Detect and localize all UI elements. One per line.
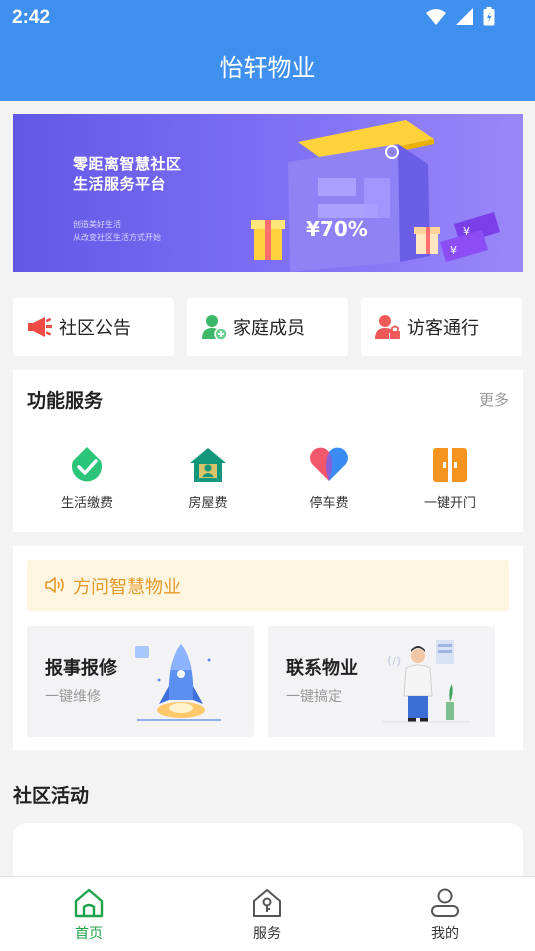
- nav-label: 我的: [431, 926, 459, 942]
- card-subtitle: 一键维修: [45, 689, 101, 705]
- speaker-icon: [45, 577, 64, 593]
- staff-icon: {/}: [382, 640, 470, 723]
- service-parking-fee[interactable]: 停车费: [274, 446, 384, 511]
- service-label: 生活缴费: [60, 496, 113, 511]
- check-drop-icon: [72, 447, 102, 482]
- promo-banner[interactable]: 零距离智慧社区 生活服务平台 创造美好生活 从改变社区生活方式开始 ¥70% ¥…: [13, 114, 523, 272]
- status-time: 2:42: [12, 7, 51, 28]
- service-house-icon: [253, 889, 281, 917]
- visitor-lock-icon: [375, 315, 400, 339]
- family-member-icon: [202, 315, 227, 340]
- page-title: 怡轩物业: [219, 54, 316, 82]
- section-title: 功能服务: [27, 390, 104, 412]
- house-icon: [190, 448, 226, 482]
- user-icon: [431, 888, 459, 917]
- quick-link-announcements[interactable]: 社区公告: [13, 298, 174, 356]
- megaphone-icon: [28, 317, 52, 337]
- status-icons: [426, 7, 495, 26]
- service-utility-payment[interactable]: 生活缴费: [32, 446, 142, 511]
- quick-link-label: 家庭成员: [233, 318, 305, 339]
- quick-link-family[interactable]: 家庭成员: [187, 298, 348, 356]
- bottom-navigation: 首页 服务 我的: [0, 876, 535, 951]
- quick-link-visitor[interactable]: 访客通行: [361, 298, 522, 356]
- more-link[interactable]: 更多: [479, 389, 509, 410]
- banner-illustration: ¥70% ¥ ¥: [251, 120, 500, 272]
- service-open-door[interactable]: 一键开门: [395, 446, 505, 511]
- notice-bar[interactable]: 方问智慧物业: [27, 560, 509, 611]
- service-label: 一键开门: [423, 496, 476, 511]
- service-label: 停车费: [309, 496, 349, 511]
- rocket-icon: [135, 644, 221, 721]
- function-services-panel: 功能服务 更多 生活缴费 房屋费 停车费 一键开门: [13, 370, 523, 532]
- svg-text:¥: ¥: [450, 244, 457, 257]
- nav-services[interactable]: 服务: [222, 887, 312, 943]
- banner-headline: 零距离智慧社区 生活服务平台: [73, 155, 182, 193]
- property-panel: 方问智慧物业 报事报修 一键维修 联系物业 一键搞定 {/}: [13, 546, 523, 750]
- quick-link-label: 社区公告: [59, 318, 131, 339]
- service-label: 房屋费: [188, 496, 228, 511]
- home-icon: [74, 888, 104, 918]
- svg-text:¥: ¥: [463, 225, 470, 238]
- service-housing-fee[interactable]: 房屋费: [153, 446, 263, 511]
- nav-home[interactable]: 首页: [44, 887, 134, 943]
- app-header: 怡轩物业: [0, 36, 535, 101]
- nav-label: 首页: [75, 926, 103, 942]
- card-title: 报事报修: [45, 658, 117, 679]
- quick-link-label: 访客通行: [407, 318, 479, 339]
- wifi-icon: [426, 8, 446, 25]
- report-repair-card[interactable]: 报事报修 一键维修: [27, 626, 254, 737]
- contact-property-card[interactable]: 联系物业 一键搞定 {/}: [268, 626, 495, 737]
- svg-text:{/}: {/}: [386, 656, 402, 667]
- nav-label: 服务: [253, 926, 281, 942]
- card-title: 联系物业: [286, 658, 358, 679]
- battery-icon: [483, 7, 495, 26]
- door-icon: [433, 448, 467, 482]
- banner-subtitle: 创造美好生活 从改变社区生活方式开始: [73, 220, 161, 242]
- card-subtitle: 一键搞定: [286, 689, 342, 705]
- banner-badge: ¥70%: [306, 217, 368, 241]
- status-bar: 2:42: [0, 0, 535, 36]
- nav-profile[interactable]: 我的: [400, 887, 490, 943]
- heart-icon: [310, 447, 348, 481]
- signal-icon: [456, 8, 473, 25]
- notice-text: 方问智慧物业: [73, 577, 181, 598]
- activities-title: 社区活动: [13, 785, 90, 807]
